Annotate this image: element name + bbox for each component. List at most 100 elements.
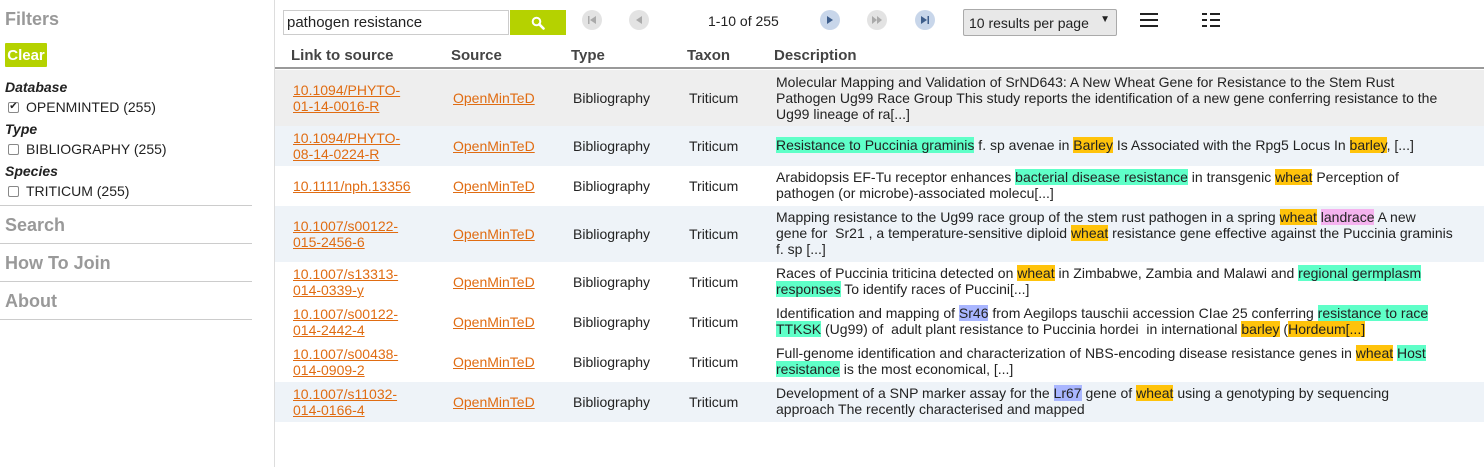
- search-icon: [531, 16, 545, 30]
- source-link[interactable]: 10.1111/nph.13356: [293, 178, 411, 194]
- source-link-line[interactable]: 10.1094/PHYTO-: [293, 130, 400, 146]
- type-cell: Bibliography: [573, 138, 651, 154]
- source-name-link[interactable]: OpenMinTeD: [453, 226, 535, 242]
- description-text: gene of: [1081, 385, 1137, 401]
- source-link-line[interactable]: 014-0909-2: [293, 362, 398, 378]
- search-button[interactable]: [510, 10, 566, 35]
- last-page-button[interactable]: [915, 10, 935, 30]
- source-name-link[interactable]: OpenMinTeD: [453, 354, 535, 370]
- results-per-page-select[interactable]: 10 results per page ▼: [963, 9, 1117, 36]
- source-link-line[interactable]: 014-2442-4: [293, 322, 398, 338]
- source-link-line[interactable]: 08-14-0224-R: [293, 146, 400, 162]
- list-view-button[interactable]: [1140, 10, 1158, 33]
- table-row[interactable]: 10.1007/s00122- 015-2456-6 OpenMinTeD Bibli…: [275, 206, 1484, 262]
- next-page-button[interactable]: [820, 10, 840, 30]
- table-row[interactable]: 10.1007/s00438- 014-0909-2 OpenMinTeD Bibli…: [275, 342, 1484, 382]
- table-row[interactable]: 10.1007/s11032- 014-0166-4 OpenMinTeD Bibli…: [275, 382, 1484, 422]
- first-page-button[interactable]: [582, 10, 602, 30]
- checkbox-icon[interactable]: [8, 143, 19, 155]
- source-link-line[interactable]: 10.1111/nph.13356: [293, 178, 411, 194]
- description-text: f. sp [...]: [776, 241, 826, 257]
- sidebar-search-link[interactable]: Search: [0, 205, 252, 243]
- description-text: Identification and mapping of: [776, 305, 959, 321]
- filter-group-species: Species: [5, 163, 58, 179]
- table-row[interactable]: 10.1007/s00122- 014-2442-4 OpenMinTeD Bibli…: [275, 302, 1484, 342]
- source-link[interactable]: 10.1094/PHYTO- 08-14-0224-R: [293, 130, 400, 162]
- description-line: Development of a SNP marker assay for th…: [776, 385, 1466, 401]
- description-text: Is Associated with the Rpg5 Locus In: [1112, 137, 1350, 153]
- table-row[interactable]: 10.1007/s13313- 014-0339-y OpenMinTeD Bibli…: [275, 262, 1484, 302]
- table-row[interactable]: 10.1111/nph.13356 OpenMinTeD Bibliography T…: [275, 166, 1484, 206]
- column-header-taxon[interactable]: Taxon: [687, 47, 730, 64]
- source-link-line[interactable]: 015-2456-6: [293, 234, 398, 250]
- filters-title: Filters: [5, 9, 60, 29]
- highlighted-term: landrace: [1320, 209, 1375, 225]
- results-per-page-value: 10 results per page: [969, 14, 1089, 31]
- source-link[interactable]: 10.1007/s13313- 014-0339-y: [293, 266, 398, 298]
- source-name-link[interactable]: OpenMinTeD: [453, 90, 535, 106]
- facet-triticum[interactable]: TRITICUM (255): [8, 183, 129, 199]
- source-link[interactable]: 10.1007/s00122- 015-2456-6: [293, 218, 398, 250]
- clear-filters-button[interactable]: Clear: [5, 43, 47, 67]
- source-link[interactable]: 10.1094/PHYTO- 01-14-0016-R: [293, 82, 400, 114]
- source-link-line[interactable]: 014-0166-4: [293, 402, 397, 418]
- column-header-description[interactable]: Description: [774, 47, 857, 64]
- facet-label: OPENMINTED (255): [26, 99, 156, 115]
- source-link-line[interactable]: 10.1007/s00122-: [293, 218, 398, 234]
- description-line: Molecular Mapping and Validation of SrND…: [776, 74, 1466, 90]
- source-name-link[interactable]: OpenMinTeD: [453, 138, 535, 154]
- source-link-line[interactable]: 01-14-0016-R: [293, 98, 400, 114]
- highlighted-term: barley: [1241, 321, 1280, 337]
- description-text: Races of Puccinia triticina detected on: [776, 265, 1018, 281]
- source-link-line[interactable]: 10.1007/s00122-: [293, 306, 398, 322]
- description-cell: Full-genome identification and character…: [776, 345, 1466, 377]
- column-header-source[interactable]: Source: [451, 47, 502, 64]
- source-link-line[interactable]: 10.1007/s00438-: [293, 346, 398, 362]
- search-input[interactable]: [283, 10, 509, 35]
- source-name-link[interactable]: OpenMinTeD: [453, 178, 535, 194]
- grid-view-button[interactable]: [1202, 10, 1220, 33]
- source-link-line[interactable]: 014-0339-y: [293, 282, 398, 298]
- source-link-line[interactable]: 10.1007/s11032-: [293, 386, 397, 402]
- description-line: Identification and mapping of Sr46 from …: [776, 305, 1466, 321]
- type-cell: Bibliography: [573, 354, 651, 370]
- type-cell: Bibliography: [573, 274, 651, 290]
- facet-openminted[interactable]: ✔ OPENMINTED (255): [8, 99, 156, 115]
- source-name-link[interactable]: OpenMinTeD: [453, 394, 535, 410]
- facet-label: BIBLIOGRAPHY (255): [26, 141, 167, 157]
- source-link[interactable]: 10.1007/s00438- 014-0909-2: [293, 346, 398, 378]
- sidebar-how-to-join-link[interactable]: How To Join: [0, 243, 252, 281]
- checkbox-checked-icon[interactable]: ✔: [8, 101, 19, 113]
- highlighted-term: wheat: [1017, 265, 1055, 281]
- checkbox-icon[interactable]: [8, 185, 19, 197]
- description-text: gene for Sr21 , a temperature-sensitive …: [776, 225, 1071, 241]
- highlighted-term: barley: [1349, 137, 1387, 153]
- source-link[interactable]: 10.1007/s00122- 014-2442-4: [293, 306, 398, 338]
- description-line: gene for Sr21 , a temperature-sensitive …: [776, 225, 1466, 241]
- source-name-link[interactable]: OpenMinTeD: [453, 314, 535, 330]
- description-line: Resistance to Puccinia graminis f. sp av…: [776, 137, 1466, 153]
- table-row[interactable]: 10.1094/PHYTO- 01-14-0016-R OpenMinTeD Bibl…: [275, 70, 1484, 126]
- description-cell: Identification and mapping of Sr46 from …: [776, 305, 1466, 337]
- column-header-link[interactable]: Link to source: [291, 47, 394, 64]
- prev-page-button[interactable]: [629, 10, 649, 30]
- description-cell: Development of a SNP marker assay for th…: [776, 385, 1466, 417]
- description-text: pathogen (or microbe)-associated molecu[…: [776, 185, 1054, 201]
- source-name-link[interactable]: OpenMinTeD: [453, 274, 535, 290]
- sidebar-about-link[interactable]: About: [0, 281, 252, 319]
- source-link-line[interactable]: 10.1007/s13313-: [293, 266, 398, 282]
- facet-bibliography[interactable]: BIBLIOGRAPHY (255): [8, 141, 167, 157]
- description-text: from Aegilops tauschii accession CIae 25…: [988, 305, 1318, 321]
- description-text: Full-genome identification and character…: [776, 345, 1356, 361]
- last-page-icon: [921, 16, 929, 24]
- description-line: Races of Puccinia triticina detected on …: [776, 265, 1466, 281]
- description-line: resistance is the most economical, [...]: [776, 361, 1466, 377]
- taxon-cell: Triticum: [689, 394, 739, 410]
- source-link-line[interactable]: 10.1094/PHYTO-: [293, 82, 400, 98]
- fast-forward-button[interactable]: [867, 10, 887, 30]
- description-text: , [...]: [1386, 137, 1414, 153]
- source-link[interactable]: 10.1007/s11032- 014-0166-4: [293, 386, 397, 418]
- description-text: Pathogen Ug99 Race Group This study repo…: [776, 90, 1438, 106]
- column-header-type[interactable]: Type: [571, 47, 605, 64]
- table-row[interactable]: 10.1094/PHYTO- 08-14-0224-R OpenMinTeD Bibl…: [275, 126, 1484, 166]
